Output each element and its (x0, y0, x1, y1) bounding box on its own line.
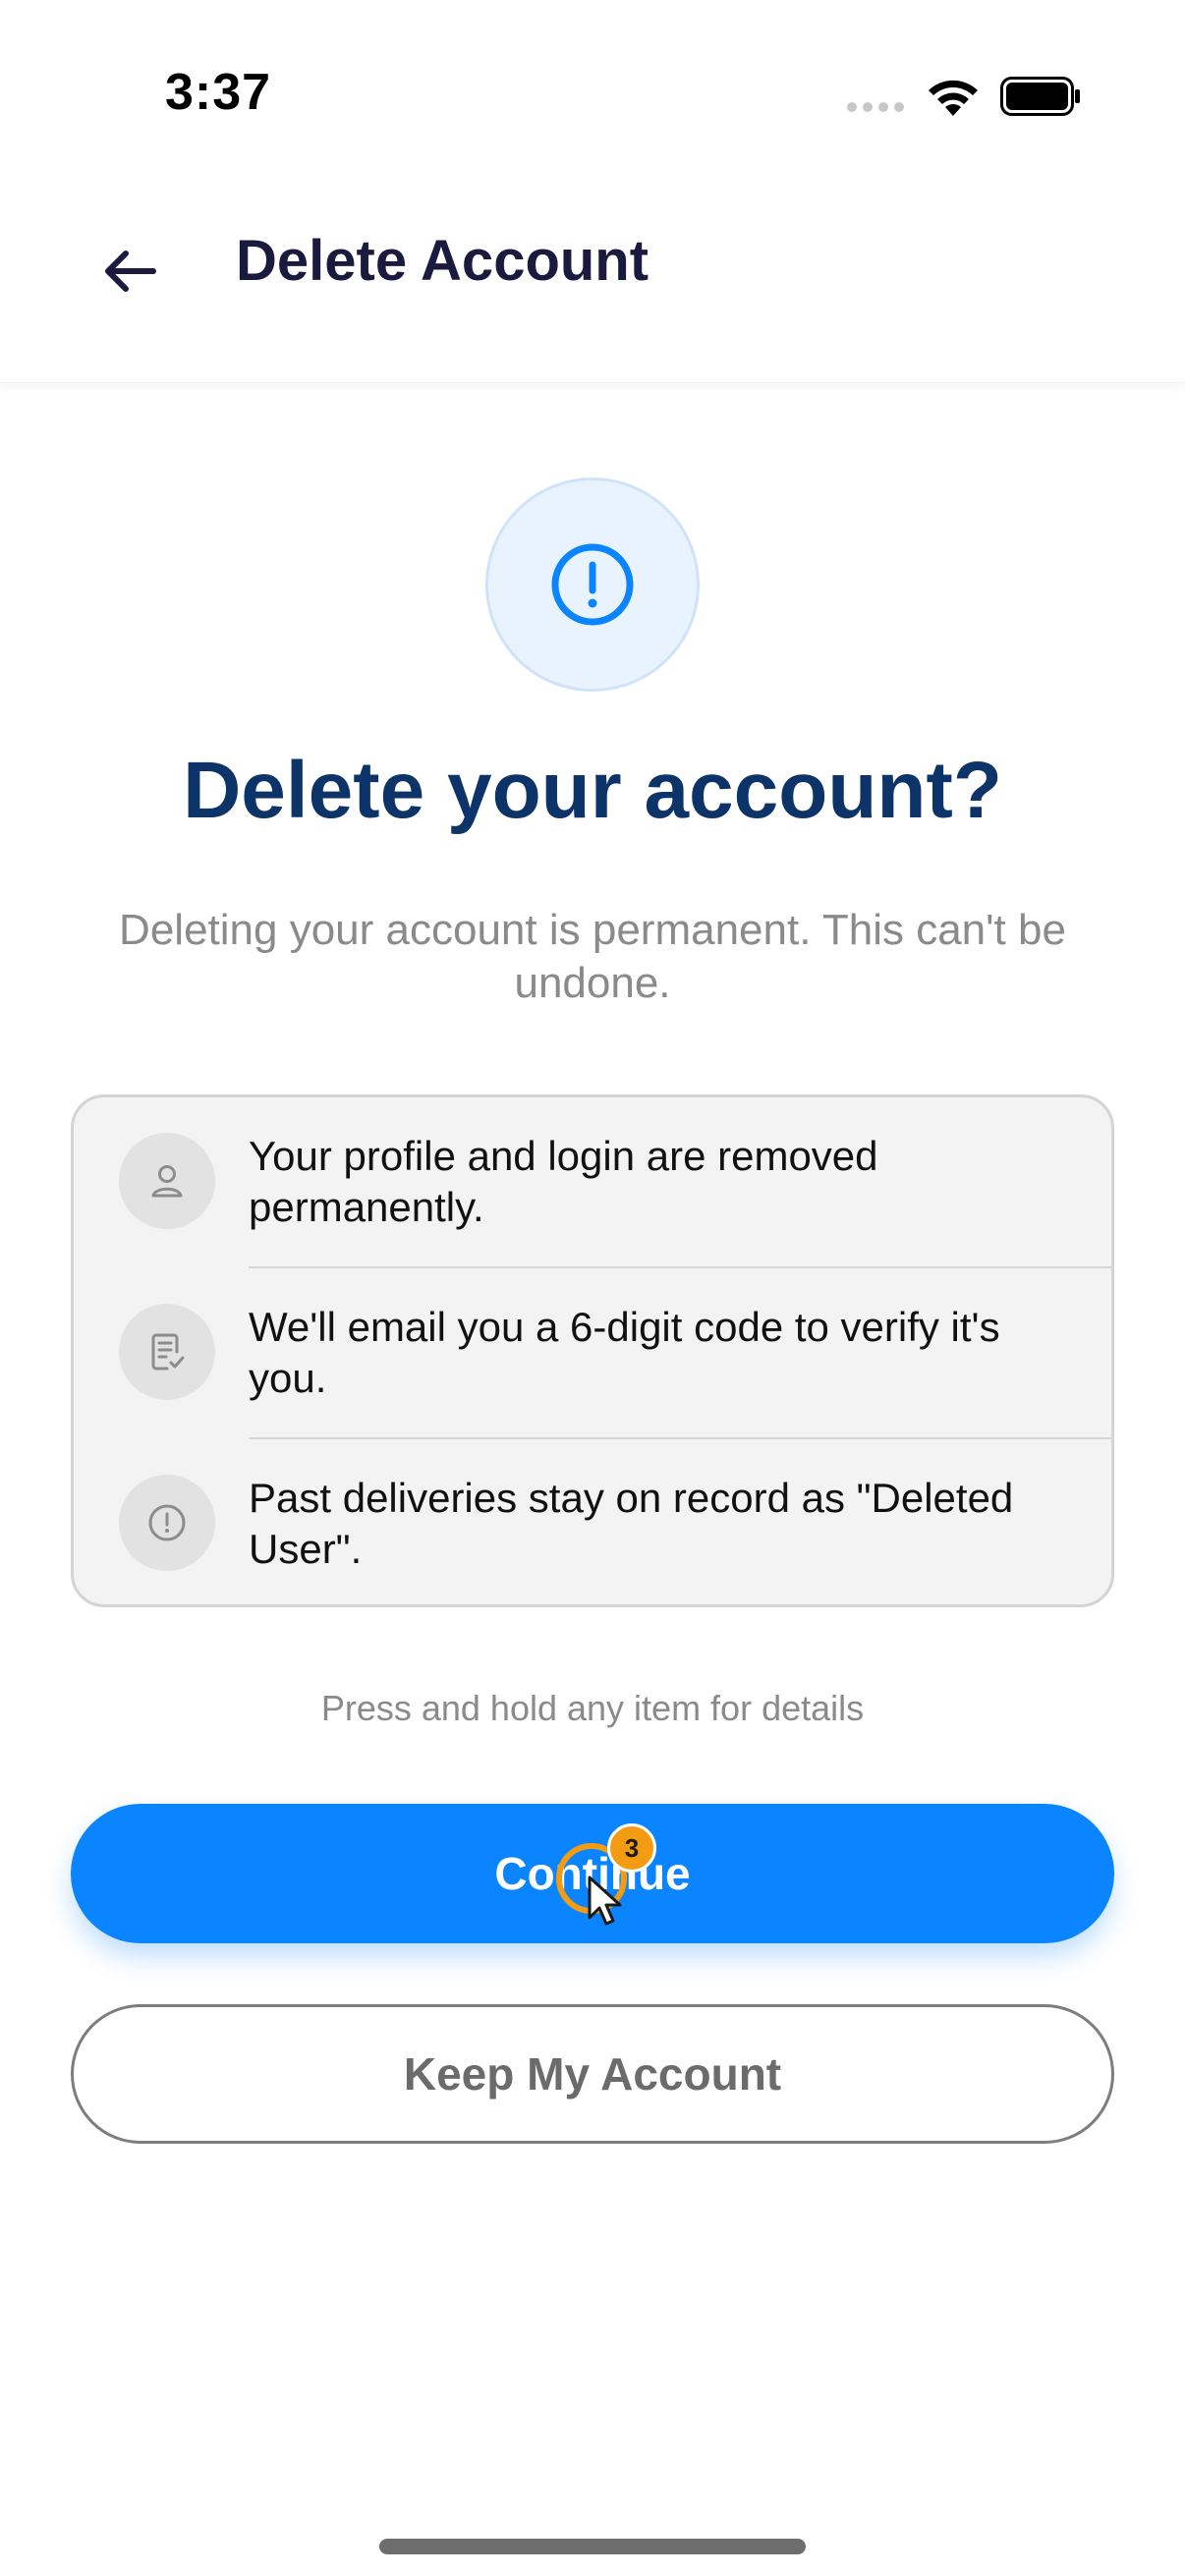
status-bar: 3:37 (0, 0, 1185, 177)
user-icon (119, 1133, 215, 1229)
arrow-left-icon (105, 251, 156, 292)
info-item-text: Past deliveries stay on record as "Delet… (249, 1475, 1014, 1572)
document-check-icon (119, 1304, 215, 1400)
info-item-profile[interactable]: Your profile and login are removed perma… (74, 1097, 1111, 1268)
info-item-verification[interactable]: We'll email you a 6-digit code to verify… (74, 1268, 1111, 1439)
exclamation-circle-icon (551, 543, 634, 626)
info-item-deliveries[interactable]: Past deliveries stay on record as "Delet… (74, 1439, 1111, 1604)
warning-badge (485, 477, 700, 692)
home-indicator (379, 2539, 806, 2554)
step-badge: 3 (607, 1823, 656, 1873)
status-time: 3:37 (165, 64, 272, 121)
page-title: Delete Account (236, 229, 649, 293)
keep-account-button[interactable]: Keep My Account (71, 2004, 1114, 2144)
back-button[interactable] (90, 232, 169, 310)
cellular-signal-icon (847, 102, 904, 112)
main-heading: Delete your account? (183, 746, 1002, 835)
mouse-pointer-icon (588, 1876, 622, 1926)
exclamation-circle-icon (119, 1475, 215, 1571)
details-hint: Press and hold any item for details (320, 1688, 865, 1728)
battery-icon (1000, 77, 1080, 116)
info-item-text: We'll email you a 6-digit code to verify… (249, 1304, 1000, 1401)
info-item-text: Your profile and login are removed perma… (249, 1133, 878, 1230)
warning-subtext: Deleting your account is permanent. This… (119, 906, 1066, 1007)
nav-header: Delete Account (0, 177, 1185, 383)
info-card: Your profile and login are removed perma… (71, 1094, 1114, 1607)
wifi-icon (929, 80, 978, 116)
